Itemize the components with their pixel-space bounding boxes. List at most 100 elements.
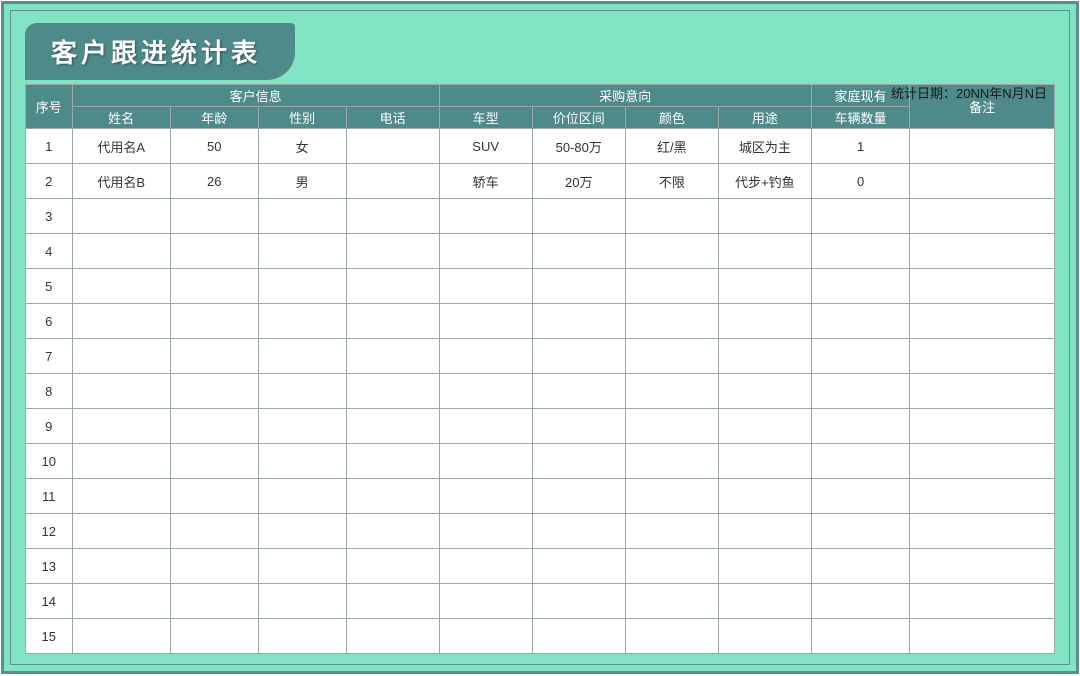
cell-note — [910, 339, 1055, 374]
cell-price — [532, 479, 625, 514]
cell-price — [532, 549, 625, 584]
cell-age — [170, 339, 258, 374]
cell-owned — [811, 584, 909, 619]
cell-seq: 7 — [26, 339, 73, 374]
cell-color — [625, 269, 718, 304]
cell-age: 26 — [170, 164, 258, 199]
cell-price — [532, 619, 625, 654]
cell-model — [439, 444, 532, 479]
cell-seq: 15 — [26, 619, 73, 654]
cell-gender: 女 — [258, 129, 346, 164]
cell-age — [170, 619, 258, 654]
cell-color — [625, 409, 718, 444]
cell-phone — [346, 409, 439, 444]
cell-price — [532, 409, 625, 444]
cell-model — [439, 514, 532, 549]
header-gender: 性别 — [258, 107, 346, 129]
cell-usage — [718, 269, 811, 304]
cell-age: 50 — [170, 129, 258, 164]
cell-phone — [346, 549, 439, 584]
cell-seq: 6 — [26, 304, 73, 339]
header-phone: 电话 — [346, 107, 439, 129]
cell-model — [439, 409, 532, 444]
cell-gender — [258, 409, 346, 444]
cell-seq: 11 — [26, 479, 73, 514]
cell-gender — [258, 479, 346, 514]
header-usage: 用途 — [718, 107, 811, 129]
header-age: 年龄 — [170, 107, 258, 129]
cell-price — [532, 269, 625, 304]
cell-model: 轿车 — [439, 164, 532, 199]
cell-phone — [346, 514, 439, 549]
header-color: 颜色 — [625, 107, 718, 129]
cell-color — [625, 339, 718, 374]
cell-usage — [718, 584, 811, 619]
cell-seq: 13 — [26, 549, 73, 584]
cell-note — [910, 584, 1055, 619]
cell-age — [170, 409, 258, 444]
cell-color: 不限 — [625, 164, 718, 199]
cell-price — [532, 514, 625, 549]
cell-seq: 3 — [26, 199, 73, 234]
cell-gender — [258, 619, 346, 654]
cell-model — [439, 584, 532, 619]
cell-note — [910, 164, 1055, 199]
header-model: 车型 — [439, 107, 532, 129]
cell-color — [625, 549, 718, 584]
cell-color — [625, 444, 718, 479]
cell-usage — [718, 409, 811, 444]
cell-gender — [258, 304, 346, 339]
cell-owned — [811, 514, 909, 549]
cell-owned — [811, 444, 909, 479]
cell-usage — [718, 444, 811, 479]
cell-age — [170, 199, 258, 234]
cell-note — [910, 199, 1055, 234]
cell-phone — [346, 199, 439, 234]
cell-gender — [258, 269, 346, 304]
inner-panel: 客户跟进统计表 统计日期：20NN年N月N日 序号 客户信息 采购意向 家庭现有… — [10, 10, 1070, 665]
cell-seq: 10 — [26, 444, 73, 479]
cell-usage: 城区为主 — [718, 129, 811, 164]
cell-age — [170, 444, 258, 479]
table-row: 8 — [26, 374, 1055, 409]
header-customer-info: 客户信息 — [72, 85, 439, 107]
cell-price — [532, 339, 625, 374]
cell-phone — [346, 444, 439, 479]
cell-price — [532, 199, 625, 234]
cell-model — [439, 619, 532, 654]
cell-name — [72, 514, 170, 549]
cell-usage — [718, 549, 811, 584]
cell-gender — [258, 339, 346, 374]
cell-name: 代用名A — [72, 129, 170, 164]
table-row: 7 — [26, 339, 1055, 374]
cell-note — [910, 234, 1055, 269]
cell-note — [910, 374, 1055, 409]
cell-model — [439, 339, 532, 374]
cell-model — [439, 199, 532, 234]
cell-gender — [258, 584, 346, 619]
cell-color — [625, 304, 718, 339]
header-purchase-intent: 采购意向 — [439, 85, 811, 107]
cell-color — [625, 374, 718, 409]
cell-owned: 0 — [811, 164, 909, 199]
cell-model — [439, 234, 532, 269]
cell-usage — [718, 514, 811, 549]
cell-note — [910, 514, 1055, 549]
cell-name — [72, 409, 170, 444]
cell-model — [439, 479, 532, 514]
cell-phone — [346, 164, 439, 199]
cell-price: 20万 — [532, 164, 625, 199]
cell-note — [910, 409, 1055, 444]
cell-usage — [718, 199, 811, 234]
header-owned-sub: 车辆数量 — [811, 107, 909, 129]
cell-name — [72, 339, 170, 374]
cell-model — [439, 374, 532, 409]
table-row: 12 — [26, 514, 1055, 549]
cell-owned — [811, 479, 909, 514]
cell-owned — [811, 339, 909, 374]
cell-note — [910, 549, 1055, 584]
cell-age — [170, 374, 258, 409]
cell-model — [439, 269, 532, 304]
cell-age — [170, 234, 258, 269]
table-row: 5 — [26, 269, 1055, 304]
